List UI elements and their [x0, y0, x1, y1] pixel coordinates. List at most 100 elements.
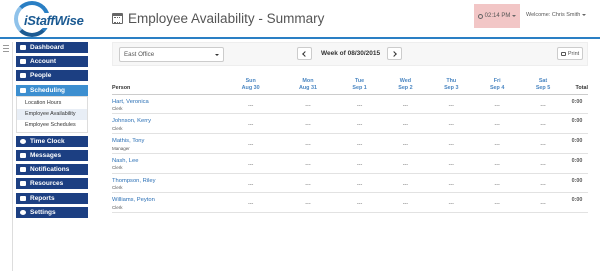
availability-cell[interactable]: --- [382, 192, 429, 214]
sidebar-item-messages[interactable]: Messages [16, 149, 88, 161]
submenu-item-employee-schedules[interactable]: Employee Schedules [17, 120, 87, 131]
welcome-text: Welcome: Chris Smith [526, 12, 581, 18]
sidebar-item-label: Reports [30, 194, 55, 202]
column-header-day[interactable]: Mon Aug 31 [279, 76, 337, 95]
availability-cell[interactable]: --- [336, 153, 383, 174]
dashboard-icon [20, 45, 26, 50]
previous-week-button[interactable] [297, 47, 312, 60]
sidebar-item-label: Notifications [30, 166, 70, 174]
availability-cell[interactable]: --- [520, 173, 566, 194]
sidebar-item-account[interactable]: Account [16, 56, 88, 68]
next-week-button[interactable] [387, 47, 402, 60]
day-name: Mon [302, 77, 314, 84]
availability-value: --- [247, 142, 254, 149]
sidebar-toggle-icon[interactable] [3, 45, 10, 52]
sidebar-item-label: Dashboard [30, 44, 64, 51]
availability-cell[interactable]: --- [520, 113, 566, 135]
availability-cell[interactable]: --- [382, 133, 429, 154]
availability-cell[interactable]: --- [474, 94, 521, 115]
availability-cell[interactable]: --- [428, 113, 475, 135]
page-title: Employee Availability - Summary [112, 11, 324, 26]
availability-cell[interactable]: --- [428, 94, 475, 115]
sidebar-item-reports[interactable]: Reports [16, 192, 88, 204]
availability-cell[interactable]: --- [382, 113, 429, 135]
availability-value: --- [402, 181, 409, 188]
availability-cell[interactable]: --- [336, 113, 383, 135]
sidebar-item-dashboard[interactable]: Dashboard [16, 42, 88, 53]
availability-value: --- [540, 181, 546, 188]
column-header-day[interactable]: Sat Sep 5 [520, 76, 566, 95]
availability-value: --- [540, 122, 546, 129]
availability-cell[interactable]: --- [279, 173, 337, 194]
person-name-link[interactable]: Nash, Lee [112, 158, 222, 164]
availability-cell[interactable]: --- [336, 133, 383, 154]
availability-cell[interactable]: --- [336, 173, 383, 194]
availability-cell[interactable]: --- [222, 133, 280, 154]
day-date: Aug 30 [241, 85, 260, 92]
logo[interactable]: iStaffWise [6, 0, 102, 40]
column-header-day[interactable]: Sun Aug 30 [222, 76, 280, 95]
user-menu[interactable]: Welcome: Chris Smith [526, 12, 587, 18]
submenu-item-employee-availability[interactable]: Employee Availability [17, 108, 87, 120]
availability-cell[interactable]: --- [336, 192, 383, 214]
availability-cell[interactable]: --- [428, 153, 475, 174]
availability-value: --- [402, 122, 409, 129]
availability-value: --- [494, 122, 500, 129]
sidebar-item-label: Account [30, 58, 56, 66]
availability-cell[interactable]: --- [474, 192, 521, 214]
availability-cell[interactable]: --- [474, 113, 521, 135]
column-header-day[interactable]: Wed Sep 2 [382, 76, 429, 95]
column-header-day[interactable]: Fri Sep 4 [474, 76, 521, 95]
total-cell: 0:00 [566, 192, 588, 214]
time-dropdown[interactable]: 02:14 PM [474, 4, 520, 28]
clock-icon [20, 138, 26, 144]
availability-value: --- [448, 102, 454, 109]
availability-cell[interactable]: --- [428, 173, 475, 194]
availability-cell[interactable]: --- [336, 94, 383, 115]
total-cell: 0:00 [566, 153, 588, 174]
chevron-down-icon [512, 15, 517, 17]
availability-cell[interactable]: --- [382, 94, 429, 115]
availability-value: --- [448, 142, 454, 149]
person-name-link[interactable]: Thompson, Riley [112, 178, 222, 184]
availability-cell[interactable]: --- [474, 153, 521, 174]
scheduling-submenu: Location Hours Employee Availability Emp… [16, 95, 88, 133]
availability-cell[interactable]: --- [279, 113, 337, 135]
availability-cell[interactable]: --- [279, 153, 337, 174]
person-name-link[interactable]: Johnson, Kerry [112, 118, 222, 124]
sidebar-item-notifications[interactable]: Notifications [16, 164, 88, 176]
sidebar-item-people[interactable]: People [16, 70, 88, 82]
availability-cell[interactable]: --- [520, 192, 566, 214]
availability-cell[interactable]: --- [520, 153, 566, 174]
availability-cell[interactable]: --- [222, 113, 280, 135]
app-header: iStaffWise Employee Availability - Summa… [0, 0, 600, 40]
availability-cell[interactable]: --- [382, 153, 429, 174]
sidebar-item-settings[interactable]: Settings [16, 206, 88, 218]
availability-cell[interactable]: --- [428, 133, 475, 154]
sidebar-item-resources[interactable]: Resources [16, 178, 88, 190]
person-name-link[interactable]: Hart, Veronica [112, 99, 222, 105]
availability-cell[interactable]: --- [474, 133, 521, 154]
availability-cell[interactable]: --- [279, 192, 337, 214]
availability-cell[interactable]: --- [222, 153, 280, 174]
submenu-item-location-hours[interactable]: Location Hours [17, 98, 87, 109]
print-button[interactable]: Print [557, 47, 583, 60]
availability-cell[interactable]: --- [279, 94, 337, 115]
availability-cell[interactable]: --- [520, 133, 566, 154]
column-header-day[interactable]: Thu Sep 3 [428, 76, 475, 95]
availability-cell[interactable]: --- [222, 173, 280, 194]
availability-cell[interactable]: --- [222, 94, 280, 115]
availability-cell[interactable]: --- [428, 192, 475, 214]
availability-cell[interactable]: --- [520, 94, 566, 115]
availability-cell[interactable]: --- [382, 173, 429, 194]
sidebar-item-label: People [30, 72, 52, 80]
person-name-link[interactable]: Williams, Peyton [112, 197, 222, 203]
sidebar-item-scheduling[interactable]: Scheduling [16, 84, 88, 96]
availability-cell[interactable]: --- [279, 133, 337, 154]
availability-cell[interactable]: --- [222, 192, 280, 214]
column-header-day[interactable]: Tue Sep 1 [336, 76, 383, 95]
office-select[interactable]: East Office [119, 47, 224, 62]
sidebar-item-time-clock[interactable]: Time Clock [16, 135, 88, 147]
availability-cell[interactable]: --- [474, 173, 521, 194]
person-name-link[interactable]: Mathis, Tony [112, 138, 222, 144]
